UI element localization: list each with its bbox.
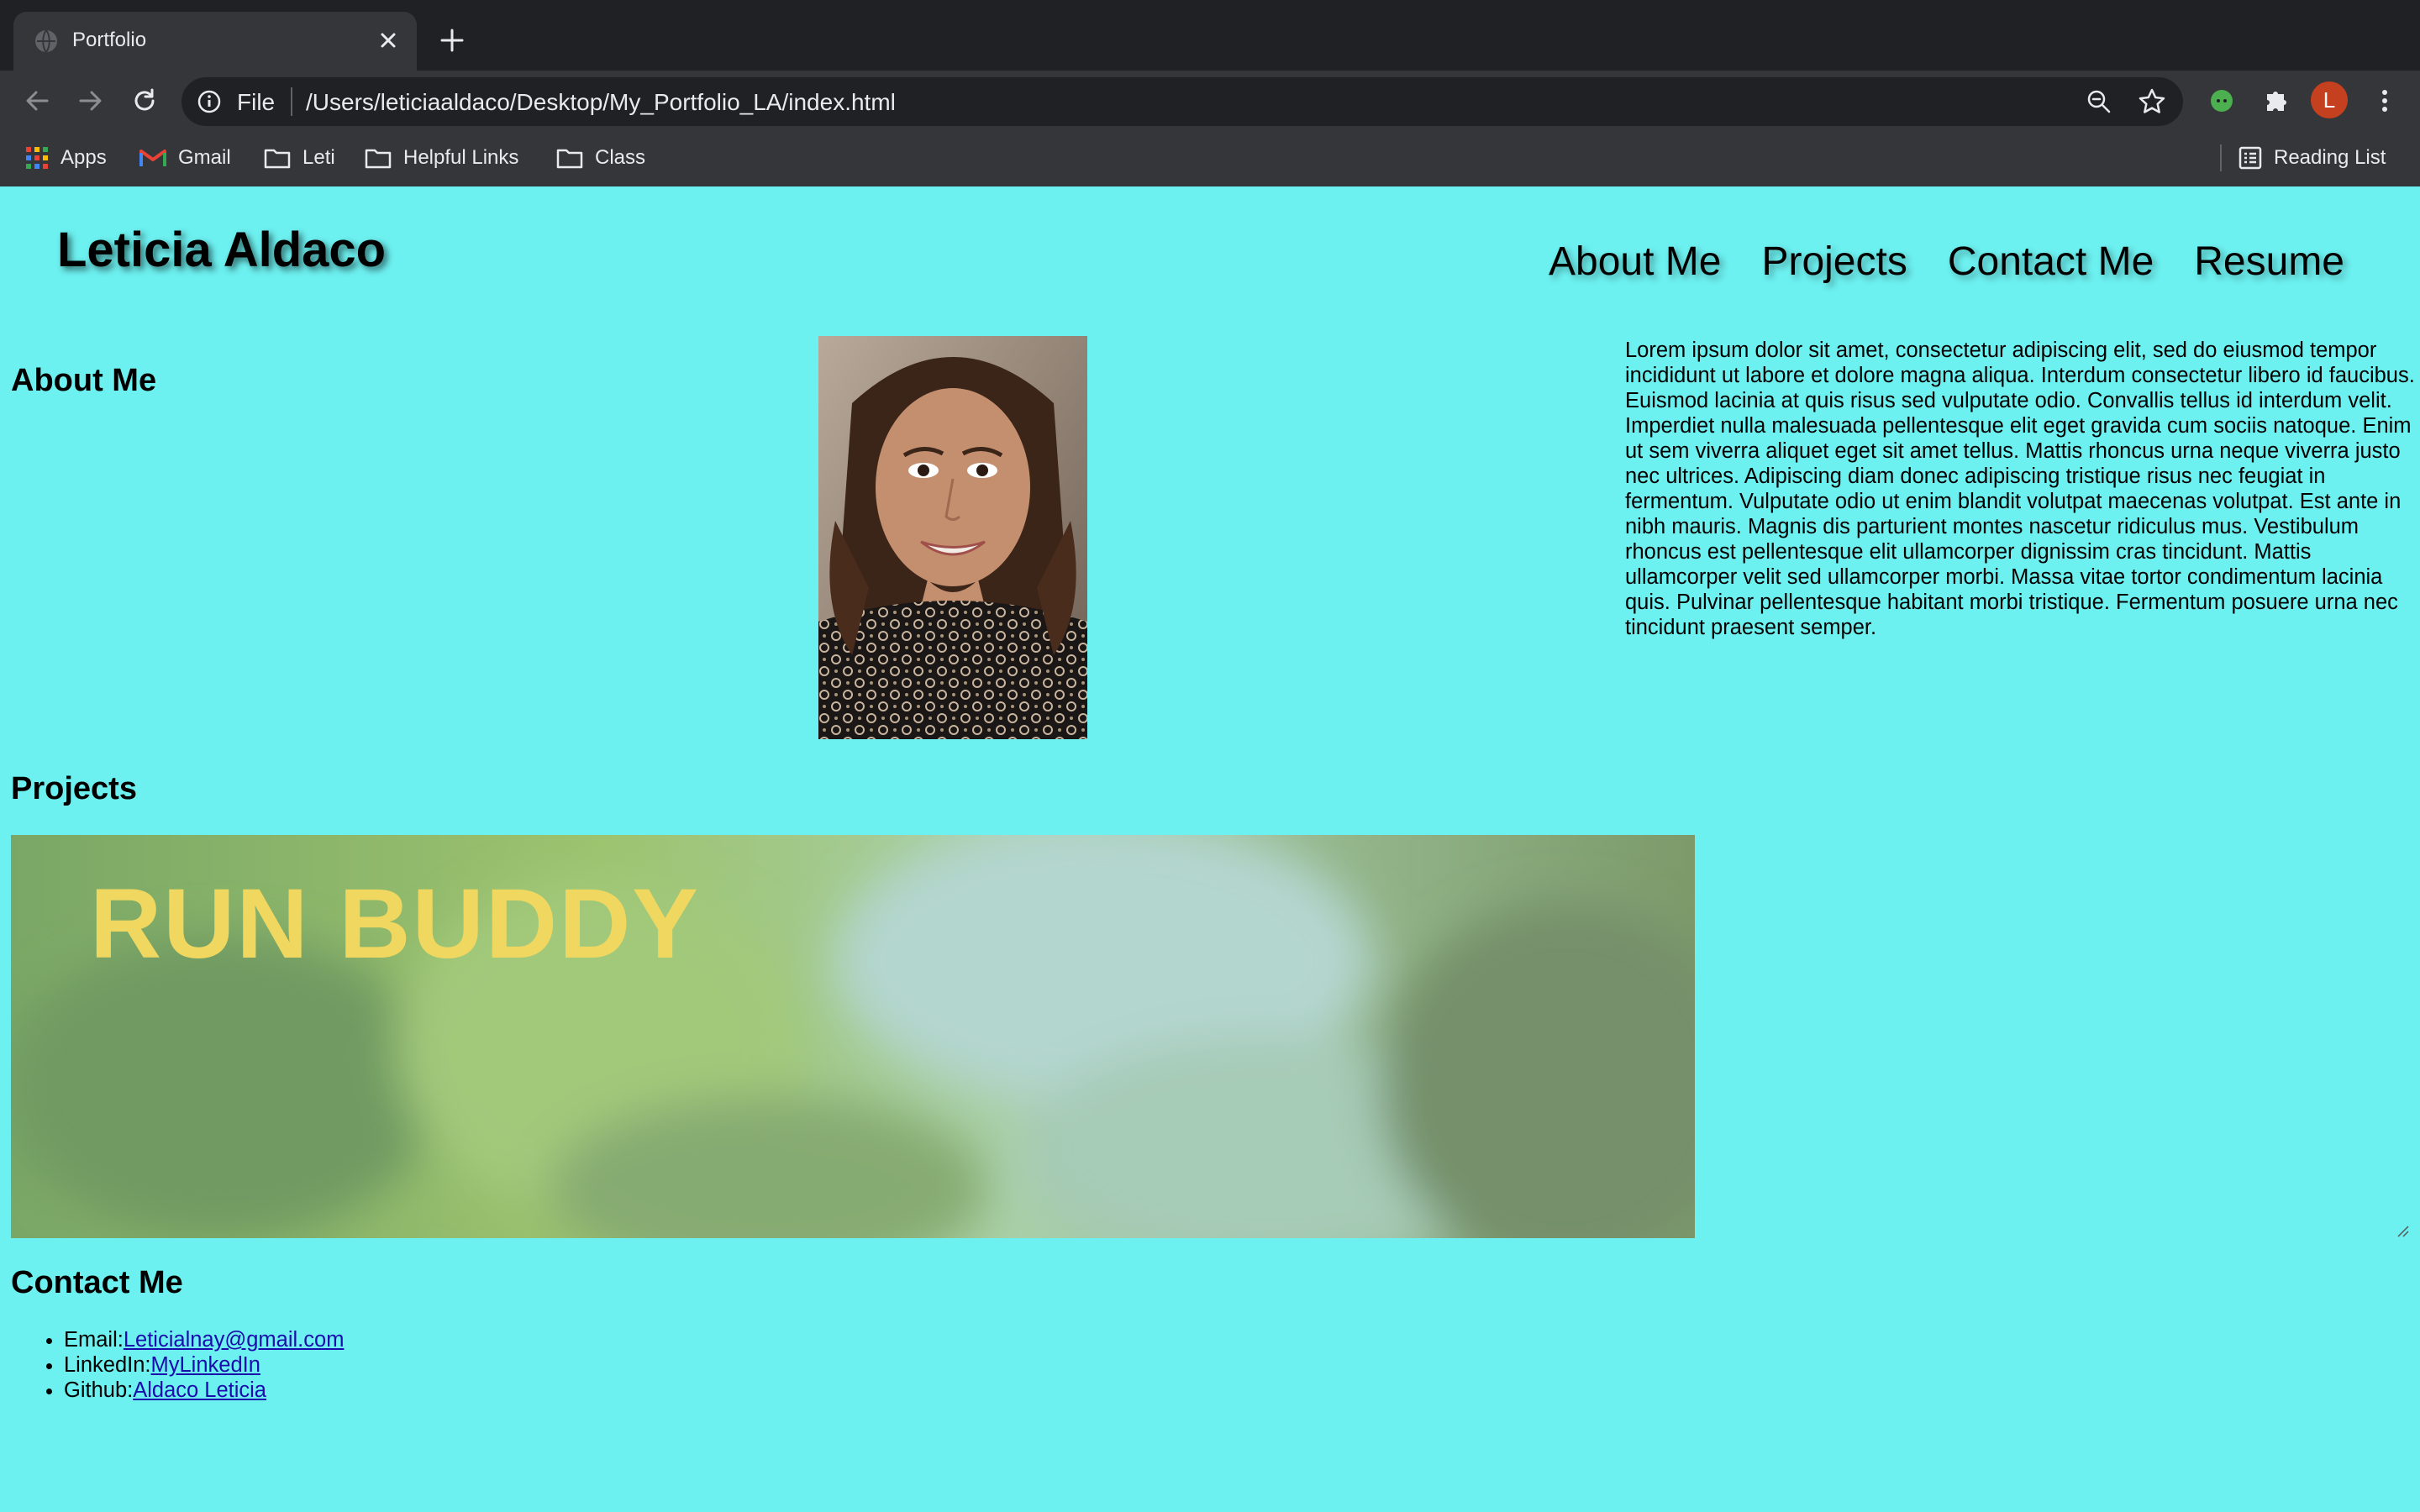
site-title: Leticia Aldaco (57, 223, 387, 277)
apps-grid-icon (26, 147, 48, 169)
reading-list-button[interactable]: Reading List (2238, 143, 2386, 173)
nav-contact-me[interactable]: Contact Me (1948, 239, 2154, 285)
extensions-puzzle-icon[interactable] (2260, 86, 2291, 116)
bookmark-label: Helpful Links (403, 146, 519, 169)
bookmarks-divider (2220, 144, 2222, 171)
contact-list: Email:Leticialnay@gmail.com LinkedIn:MyL… (64, 1327, 344, 1403)
resize-handle-icon[interactable] (2395, 1223, 2410, 1238)
reload-icon[interactable] (129, 86, 160, 116)
reading-list-label: Reading List (2274, 146, 2386, 169)
folder-icon (556, 149, 583, 169)
bookmark-gmail[interactable]: Gmail (139, 143, 231, 173)
browser-toolbar: File /Users/leticiaaldaco/Desktop/My_Por… (0, 71, 2420, 129)
forward-arrow-icon[interactable] (76, 86, 106, 116)
bookmarks-bar: Apps Gmail Leti Helpful Links Class Read… (0, 134, 2420, 181)
extension-android-icon[interactable] (2208, 87, 2235, 114)
contact-item-linkedin: LinkedIn:MyLinkedIn (64, 1352, 344, 1378)
tab-strip: Portfolio (0, 0, 2420, 71)
portfolio-page: Leticia Aldaco About Me Projects Contact… (0, 186, 2420, 1512)
bookmark-apps[interactable]: Apps (25, 143, 107, 173)
nav-resume[interactable]: Resume (2194, 239, 2344, 285)
projects-heading: Projects (11, 771, 137, 806)
profile-avatar[interactable]: L (2311, 81, 2348, 118)
gmail-icon (139, 150, 166, 166)
new-tab-icon[interactable] (439, 27, 466, 54)
globe-icon (35, 29, 57, 53)
folder-icon (365, 149, 392, 169)
bookmark-folder-class[interactable]: Class (556, 143, 645, 173)
back-arrow-icon[interactable] (22, 86, 52, 116)
tab-title: Portfolio (72, 29, 147, 51)
bookmark-label: Class (595, 146, 646, 169)
bookmark-star-icon[interactable] (2138, 87, 2166, 116)
contact-heading: Contact Me (11, 1265, 183, 1300)
more-menu-icon[interactable] (2370, 86, 2400, 116)
email-link[interactable]: Leticialnay@gmail.com (124, 1328, 345, 1352)
project-run-buddy-image[interactable]: RUN BUDDY (11, 835, 1695, 1238)
nav-about-me[interactable]: About Me (1549, 239, 1721, 285)
nav-projects[interactable]: Projects (1761, 239, 1907, 285)
about-heading: About Me (11, 363, 157, 398)
bookmark-label: Apps (60, 146, 107, 169)
info-icon[interactable] (197, 89, 222, 114)
folder-icon (264, 149, 291, 169)
linkedin-link[interactable]: MyLinkedIn (151, 1353, 260, 1377)
bookmark-label: Gmail (178, 146, 231, 169)
about-paragraph: Lorem ipsum dolor sit amet, consectetur … (1625, 339, 2415, 639)
close-tab-icon[interactable] (375, 27, 402, 54)
url-divider (291, 87, 292, 116)
github-link[interactable]: Aldaco Leticia (133, 1378, 266, 1402)
bookmark-folder-helpful-links[interactable]: Helpful Links (365, 143, 518, 173)
url-text[interactable]: /Users/leticiaaldaco/Desktop/My_Portfoli… (306, 89, 896, 116)
contact-label: LinkedIn: (64, 1353, 151, 1377)
url-scheme-label: File (237, 89, 276, 115)
tab-portfolio[interactable]: Portfolio (13, 12, 417, 71)
contact-label: Github: (64, 1378, 134, 1402)
contact-label: Email: (64, 1328, 124, 1352)
bookmark-label: Leti (302, 146, 335, 169)
profile-photo (818, 336, 1087, 739)
browser-chrome: Portfolio File /Users/leticiaaldaco/Desk… (0, 0, 2420, 186)
address-bar[interactable]: File /Users/leticiaaldaco/Desktop/My_Por… (182, 77, 2183, 126)
zoom-icon[interactable] (2086, 88, 2112, 115)
project-title: RUN BUDDY (90, 869, 700, 979)
bookmark-folder-leti[interactable]: Leti (264, 143, 335, 173)
contact-item-github: Github:Aldaco Leticia (64, 1378, 344, 1403)
site-nav: About Me Projects Contact Me Resume (1549, 239, 2344, 285)
contact-item-email: Email:Leticialnay@gmail.com (64, 1327, 344, 1352)
reading-list-icon (2238, 146, 2262, 170)
